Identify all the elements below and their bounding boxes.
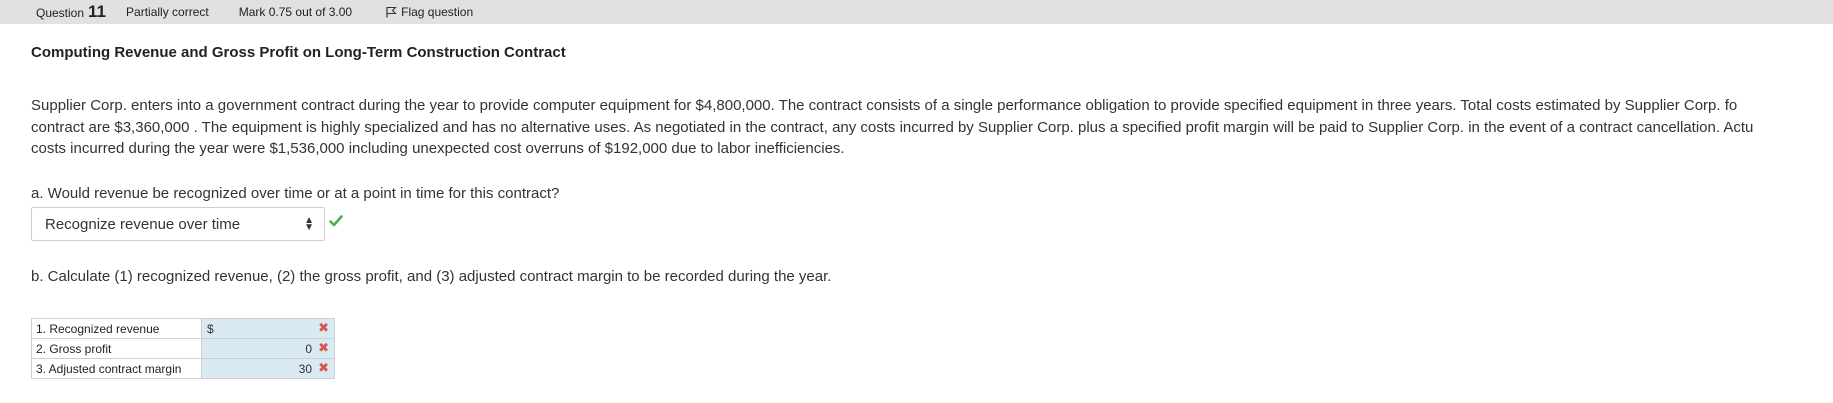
part-b-question: b. Calculate (1) recognized revenue, (2)… [31,268,832,285]
answer-table: 1. Recognized revenue $ ✖ 2. Gross profi… [31,318,335,379]
currency-symbol: $ [207,322,214,336]
row-label: 1. Recognized revenue [31,318,202,339]
question-text-line: contract are $3,360,000 . The equipment … [31,118,1754,136]
question-label: Question [36,6,85,20]
row-label: 3. Adjusted contract margin [31,358,202,379]
adjusted-contract-margin-input[interactable]: 30 ✖ [201,358,335,379]
question-number-value: 11 [88,2,107,21]
table-row: 2. Gross profit 0 ✖ [31,338,335,359]
gross-profit-input[interactable]: 0 ✖ [201,338,335,359]
table-row: 3. Adjusted contract margin 30 ✖ [31,358,335,379]
row-label: 2. Gross profit [31,338,202,359]
incorrect-x-icon: ✖ [318,340,329,355]
flag-question-link[interactable]: Flag question [386,5,473,19]
incorrect-x-icon: ✖ [318,360,329,375]
question-number: Question 11 [36,2,106,22]
question-title: Computing Revenue and Gross Profit on Lo… [31,44,566,61]
question-text: Supplier Corp. enters into a government … [31,95,1833,160]
part-a-question: a. Would revenue be recognized over time… [31,185,560,202]
correct-check-icon [329,215,343,227]
revenue-recognition-select[interactable]: Recognize revenue over time ▲ ▼ [31,207,325,241]
select-arrows-icon: ▲ ▼ [304,215,314,233]
question-info-bar: Question 11 Partially correct Mark 0.75 … [0,0,1833,24]
question-mark: Mark 0.75 out of 3.00 [238,5,353,19]
question-text-line: costs incurred during the year were $1,5… [31,140,845,157]
question-text-line: Supplier Corp. enters into a government … [31,97,1738,114]
select-value: Recognize revenue over time [45,215,241,233]
flag-question-label: Flag question [401,5,474,19]
recognized-revenue-input[interactable]: $ ✖ [201,318,335,339]
input-value: 30 [298,362,312,376]
incorrect-x-icon: ✖ [318,320,329,335]
input-value: 0 [305,342,312,356]
table-row: 1. Recognized revenue $ ✖ [31,318,335,339]
flag-icon [386,7,397,18]
question-state: Partially correct [126,5,209,19]
